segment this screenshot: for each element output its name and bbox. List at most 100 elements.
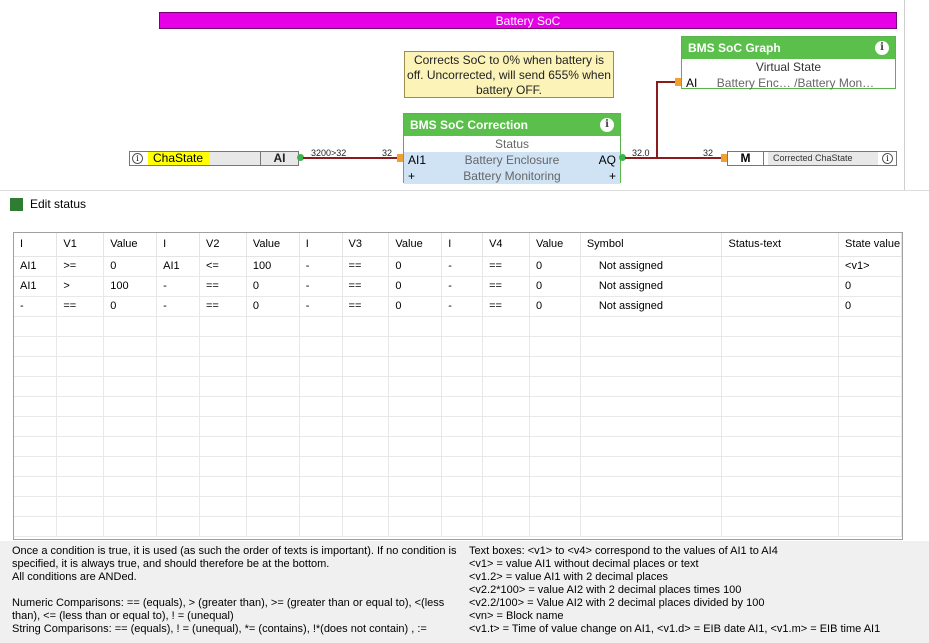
table-cell[interactable]: - bbox=[299, 296, 343, 317]
table-cell[interactable] bbox=[14, 356, 58, 377]
table-cell[interactable] bbox=[299, 476, 343, 497]
table-cell[interactable]: == bbox=[342, 256, 390, 277]
table-cell[interactable] bbox=[721, 316, 840, 337]
table-cell[interactable] bbox=[580, 456, 723, 477]
table-cell[interactable]: 0 bbox=[529, 276, 581, 297]
table-cell[interactable] bbox=[246, 496, 300, 517]
table-cell[interactable] bbox=[14, 336, 58, 357]
block-input-row[interactable]: AI Battery Enc… /Battery Mon… bbox=[682, 75, 895, 91]
table-cell[interactable] bbox=[529, 496, 581, 517]
comment-note[interactable]: Corrects SoC to 0% when battery is off. … bbox=[404, 51, 614, 98]
table-cell[interactable] bbox=[246, 436, 300, 457]
table-cell[interactable] bbox=[156, 516, 200, 537]
table-cell[interactable] bbox=[388, 456, 443, 477]
info-icon[interactable]: i bbox=[882, 153, 893, 164]
table-cell[interactable]: == bbox=[342, 296, 390, 317]
table-cell[interactable]: 0 bbox=[103, 296, 158, 317]
table-cell[interactable] bbox=[721, 256, 840, 277]
table-cell[interactable] bbox=[246, 456, 300, 477]
table-row[interactable] bbox=[14, 496, 902, 517]
table-cell[interactable] bbox=[529, 416, 581, 437]
table-cell[interactable] bbox=[299, 376, 343, 397]
table-cell[interactable]: 100 bbox=[103, 276, 158, 297]
table-cell[interactable]: 0 bbox=[388, 296, 443, 317]
comment-banner[interactable]: Battery SoC bbox=[159, 12, 897, 29]
table-cell[interactable]: Not assigned bbox=[580, 276, 723, 297]
block-bms-soc-graph[interactable]: BMS SoC Graph i Virtual State AI Battery … bbox=[681, 36, 896, 91]
status-grid[interactable]: I V1 Value I V2 Value I V3 Value I V4 Value Symbol St… bbox=[13, 232, 903, 540]
table-cell[interactable] bbox=[14, 316, 58, 337]
table-cell[interactable] bbox=[342, 516, 390, 537]
table-cell[interactable] bbox=[721, 336, 840, 357]
wire-branch-vertical[interactable] bbox=[656, 81, 658, 158]
table-cell[interactable] bbox=[580, 356, 723, 377]
table-cell[interactable] bbox=[482, 456, 530, 477]
table-cell[interactable]: AI1 bbox=[156, 256, 200, 277]
table-cell[interactable]: 0 bbox=[246, 276, 300, 297]
table-cell[interactable] bbox=[721, 476, 840, 497]
table-cell[interactable] bbox=[580, 436, 723, 457]
table-cell[interactable] bbox=[441, 356, 484, 377]
table-cell[interactable] bbox=[482, 436, 530, 457]
table-cell[interactable] bbox=[580, 316, 723, 337]
table-cell[interactable] bbox=[14, 436, 58, 457]
table-cell[interactable]: > bbox=[56, 276, 105, 297]
table-cell[interactable]: - bbox=[14, 296, 58, 317]
table-cell[interactable] bbox=[299, 496, 343, 517]
table-row[interactable]: AI1 >= 0 AI1 <= 100- == 0- == 0 Not assigned <v1> bbox=[14, 256, 902, 277]
table-cell[interactable] bbox=[838, 396, 902, 417]
table-cell[interactable] bbox=[14, 476, 58, 497]
table-cell[interactable] bbox=[721, 356, 840, 377]
table-cell[interactable]: == bbox=[199, 276, 247, 297]
table-cell[interactable] bbox=[838, 336, 902, 357]
table-cell[interactable] bbox=[838, 476, 902, 497]
table-cell[interactable]: - bbox=[299, 256, 343, 277]
table-cell[interactable] bbox=[14, 456, 58, 477]
table-cell[interactable] bbox=[441, 436, 484, 457]
input-block-chastate[interactable]: i ChaState AI bbox=[129, 151, 299, 166]
table-cell[interactable]: == bbox=[56, 296, 105, 317]
table-cell[interactable] bbox=[838, 376, 902, 397]
table-cell[interactable]: == bbox=[482, 256, 530, 277]
table-cell[interactable] bbox=[482, 516, 530, 537]
table-cell[interactable] bbox=[482, 496, 530, 517]
block-bms-soc-correction[interactable]: BMS SoC Correction i Status AI1 Battery E… bbox=[403, 113, 621, 184]
table-cell[interactable] bbox=[14, 416, 58, 437]
table-cell[interactable]: - bbox=[299, 276, 343, 297]
table-cell[interactable] bbox=[482, 416, 530, 437]
table-cell[interactable] bbox=[580, 496, 723, 517]
table-cell[interactable] bbox=[580, 376, 723, 397]
table-cell[interactable] bbox=[342, 416, 390, 437]
table-cell[interactable] bbox=[299, 516, 343, 537]
table-cell[interactable] bbox=[156, 356, 200, 377]
table-cell[interactable] bbox=[721, 456, 840, 477]
table-cell[interactable] bbox=[156, 456, 200, 477]
table-cell[interactable] bbox=[156, 436, 200, 457]
table-cell[interactable] bbox=[156, 376, 200, 397]
table-cell[interactable] bbox=[199, 416, 247, 437]
table-cell[interactable] bbox=[342, 436, 390, 457]
table-cell[interactable] bbox=[529, 456, 581, 477]
table-cell[interactable] bbox=[529, 356, 581, 377]
table-cell[interactable]: == bbox=[482, 276, 530, 297]
table-cell[interactable] bbox=[103, 396, 158, 417]
memory-block[interactable]: M Corrected ChaState i bbox=[727, 151, 897, 166]
table-cell[interactable] bbox=[103, 436, 158, 457]
table-cell[interactable] bbox=[441, 496, 484, 517]
block-input-row[interactable]: AI1 Battery Enclosure AQ bbox=[404, 152, 620, 168]
table-cell[interactable]: 0 bbox=[529, 296, 581, 317]
table-cell[interactable] bbox=[838, 416, 902, 437]
table-cell[interactable] bbox=[199, 436, 247, 457]
table-cell[interactable] bbox=[56, 516, 105, 537]
table-cell[interactable]: == bbox=[342, 276, 390, 297]
table-cell[interactable]: AI1 bbox=[14, 276, 58, 297]
table-cell[interactable] bbox=[199, 476, 247, 497]
table-cell[interactable] bbox=[342, 356, 390, 377]
table-cell[interactable] bbox=[246, 476, 300, 497]
table-cell[interactable] bbox=[246, 356, 300, 377]
table-cell[interactable] bbox=[199, 496, 247, 517]
table-cell[interactable] bbox=[388, 376, 443, 397]
table-cell[interactable] bbox=[482, 396, 530, 417]
table-cell[interactable] bbox=[838, 516, 902, 537]
table-cell[interactable] bbox=[103, 516, 158, 537]
